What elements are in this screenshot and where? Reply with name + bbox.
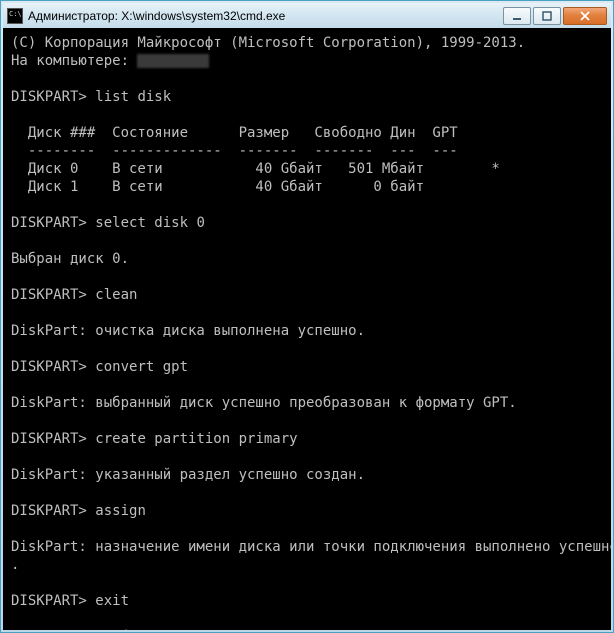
copyright-line: (C) Корпорация Майкрософт (Microsoft Cor… xyxy=(11,35,525,51)
minimize-button[interactable] xyxy=(503,7,531,25)
cmd-icon xyxy=(7,8,23,24)
cmd-clean: clean xyxy=(95,287,137,303)
minimize-icon xyxy=(512,11,522,21)
cmd-convert: convert gpt xyxy=(95,359,188,375)
diskpart-prompt: DISKPART> xyxy=(11,287,87,303)
msg-assign-2: . xyxy=(11,557,19,573)
diskpart-prompt: DISKPART> xyxy=(11,215,87,231)
disk-table-divider: -------- ------------- ------- ------- -… xyxy=(11,143,458,159)
diskpart-prompt: DISKPART> xyxy=(11,503,87,519)
cmd-create: create partition primary xyxy=(95,431,297,447)
titlebar[interactable]: Администратор: X:\windows\system32\cmd.e… xyxy=(3,3,611,28)
msg-assign-1: DiskPart: назначение имени диска или точ… xyxy=(11,539,611,555)
close-button[interactable] xyxy=(563,7,607,25)
computer-name-redacted xyxy=(137,54,209,68)
on-computer-label: На компьютере: xyxy=(11,53,137,69)
diskpart-prompt: DISKPART> xyxy=(11,359,87,375)
window-controls xyxy=(503,7,607,25)
disk-row-0: Диск 0 В сети 40 Gбайт 501 Mбайт * xyxy=(11,161,500,177)
window-title: Администратор: X:\windows\system32\cmd.e… xyxy=(28,9,503,23)
msg-selected: Выбран диск 0. xyxy=(11,251,129,267)
maximize-icon xyxy=(542,11,552,21)
cmd-list-disk: list disk xyxy=(95,89,171,105)
cmd-exit: exit xyxy=(95,593,129,609)
cmd-window: Администратор: X:\windows\system32\cmd.e… xyxy=(0,0,614,633)
msg-exit: Завершение работы DiskPart... xyxy=(11,629,255,630)
diskpart-prompt: DISKPART> xyxy=(11,89,87,105)
cmd-assign: assign xyxy=(95,503,146,519)
close-icon xyxy=(579,11,591,21)
msg-convert: DiskPart: выбранный диск успешно преобра… xyxy=(11,395,517,411)
disk-table-header: Диск ### Состояние Размер Свободно Дин G… xyxy=(11,125,458,141)
cmd-select-disk: select disk 0 xyxy=(95,215,205,231)
diskpart-prompt: DISKPART> xyxy=(11,431,87,447)
maximize-button[interactable] xyxy=(533,7,561,25)
msg-clean: DiskPart: очистка диска выполнена успешн… xyxy=(11,323,365,339)
diskpart-prompt: DISKPART> xyxy=(11,593,87,609)
disk-row-1: Диск 1 В сети 40 Gбайт 0 байт xyxy=(11,179,424,195)
msg-create: DiskPart: указанный раздел успешно созда… xyxy=(11,467,365,483)
console-area[interactable]: (C) Корпорация Майкрософт (Microsoft Cor… xyxy=(3,28,611,630)
